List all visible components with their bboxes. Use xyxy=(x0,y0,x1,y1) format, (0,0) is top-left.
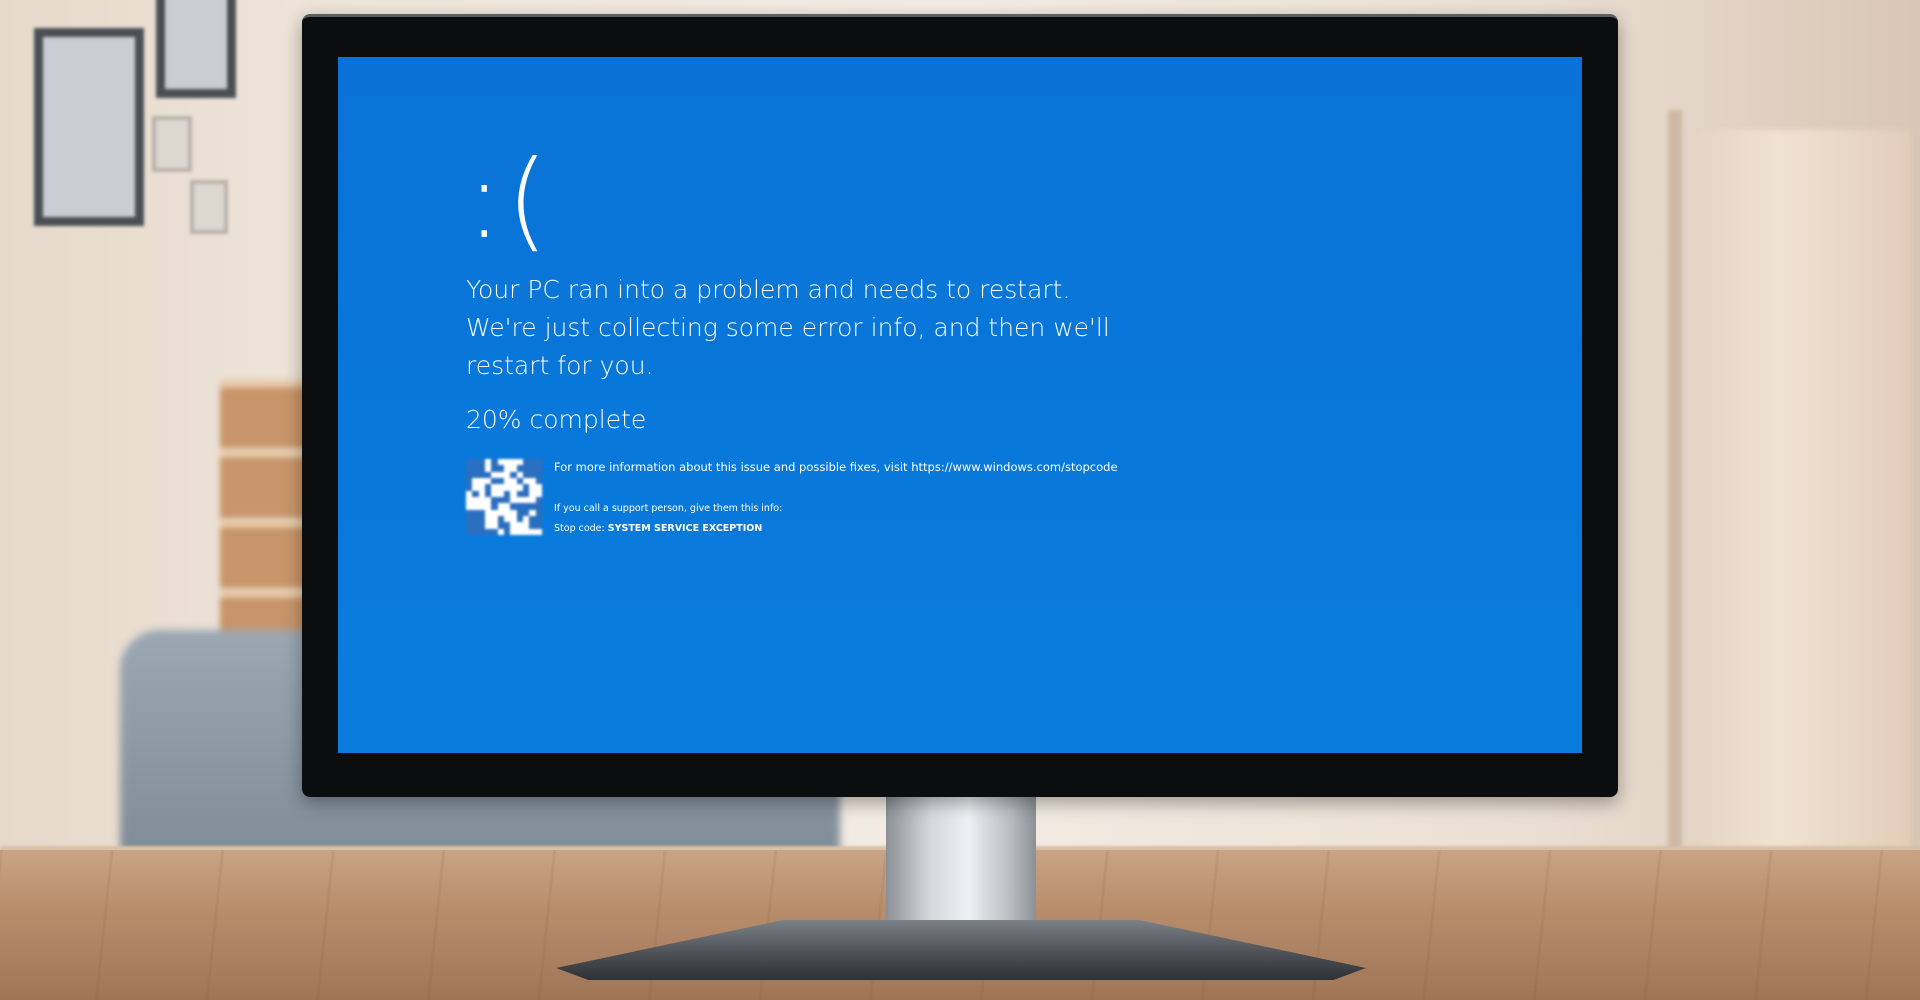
wall-picture-frame xyxy=(34,28,144,226)
monitor-stand-neck xyxy=(886,790,1036,940)
blue-screen: :( Your PC ran into a problem and needs … xyxy=(338,57,1582,753)
wall-picture-frame xyxy=(156,0,236,98)
monitor: :( Your PC ran into a problem and needs … xyxy=(302,14,1618,797)
door-frame xyxy=(1668,110,1682,860)
qr-code-icon xyxy=(466,459,542,535)
info-block: For more information about this issue an… xyxy=(466,459,1186,537)
qr-cell xyxy=(472,490,479,497)
stop-code: Stop code: SYSTEM SERVICE EXCEPTION xyxy=(554,521,1118,537)
qr-cell xyxy=(535,478,542,485)
stop-code-label: Stop code: xyxy=(554,523,605,534)
qr-cell xyxy=(491,528,498,535)
doorway xyxy=(1690,130,1910,860)
qr-cell xyxy=(497,478,504,485)
qr-cell xyxy=(504,528,511,535)
info-text: For more information about this issue an… xyxy=(554,459,1118,537)
qr-cell xyxy=(535,522,542,529)
wall-picture-frame-small xyxy=(190,180,228,234)
stop-code-value: SYSTEM SERVICE EXCEPTION xyxy=(607,523,763,534)
error-message: Your PC ran into a problem and needs to … xyxy=(466,275,1110,380)
bsod-content: :( Your PC ran into a problem and needs … xyxy=(466,143,1186,537)
progress-text: 20% complete xyxy=(466,405,647,434)
qr-cell xyxy=(491,503,498,510)
qr-cell xyxy=(497,465,504,472)
sad-face-icon: :( xyxy=(466,138,553,263)
qr-cell xyxy=(523,490,530,497)
qr-cell xyxy=(516,516,523,523)
more-info-text: For more information about this issue an… xyxy=(554,460,1118,474)
wall-picture-frame-small xyxy=(152,116,192,172)
support-prompt: If you call a support person, give them … xyxy=(554,503,783,514)
